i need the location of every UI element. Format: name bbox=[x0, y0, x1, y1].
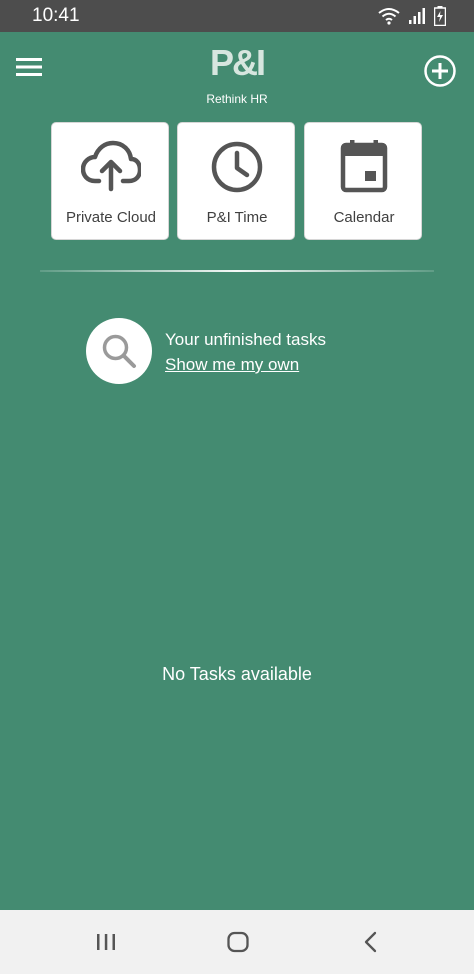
show-my-tasks-link[interactable]: Show me my own bbox=[165, 355, 299, 375]
shortcut-tiles: Private Cloud P&I Time Calendar bbox=[51, 122, 423, 240]
status-icons bbox=[378, 6, 447, 31]
clock-icon bbox=[207, 139, 267, 195]
tile-label: Calendar bbox=[333, 209, 395, 226]
system-nav-bar bbox=[0, 910, 474, 974]
back-icon[interactable] bbox=[358, 928, 386, 956]
calendar-icon bbox=[334, 139, 394, 195]
logo-text: P&I bbox=[209, 42, 266, 83]
section-divider bbox=[40, 270, 434, 272]
status-time: 10:41 bbox=[32, 5, 80, 26]
home-icon[interactable] bbox=[224, 928, 252, 956]
tile-calendar[interactable]: Calendar bbox=[304, 122, 422, 240]
app-logo: P&I bbox=[207, 42, 267, 83]
hamburger-menu-icon[interactable] bbox=[16, 56, 44, 78]
tile-private-cloud[interactable]: Private Cloud bbox=[51, 122, 169, 240]
app-tagline: Rethink HR bbox=[206, 92, 268, 106]
battery-charging-icon bbox=[433, 6, 447, 31]
status-bar: 10:41 bbox=[0, 0, 474, 32]
app-screen: P&I Rethink HR Private Cloud P&I Time Ca… bbox=[0, 32, 474, 910]
empty-state-message: No Tasks available bbox=[162, 664, 312, 684]
task-filter: Your unfinished tasks Show me my own bbox=[86, 318, 386, 384]
recents-icon[interactable] bbox=[92, 928, 120, 956]
signal-icon bbox=[408, 7, 426, 30]
tile-label: P&I Time bbox=[206, 209, 268, 226]
cloud-upload-icon bbox=[80, 139, 143, 195]
wifi-icon bbox=[378, 7, 400, 30]
add-circle-icon[interactable] bbox=[423, 54, 457, 88]
tile-label: Private Cloud bbox=[65, 209, 157, 226]
tile-pi-time[interactable]: P&I Time bbox=[177, 122, 295, 240]
search-icon[interactable] bbox=[86, 318, 152, 384]
task-filter-title: Your unfinished tasks bbox=[165, 330, 326, 349]
